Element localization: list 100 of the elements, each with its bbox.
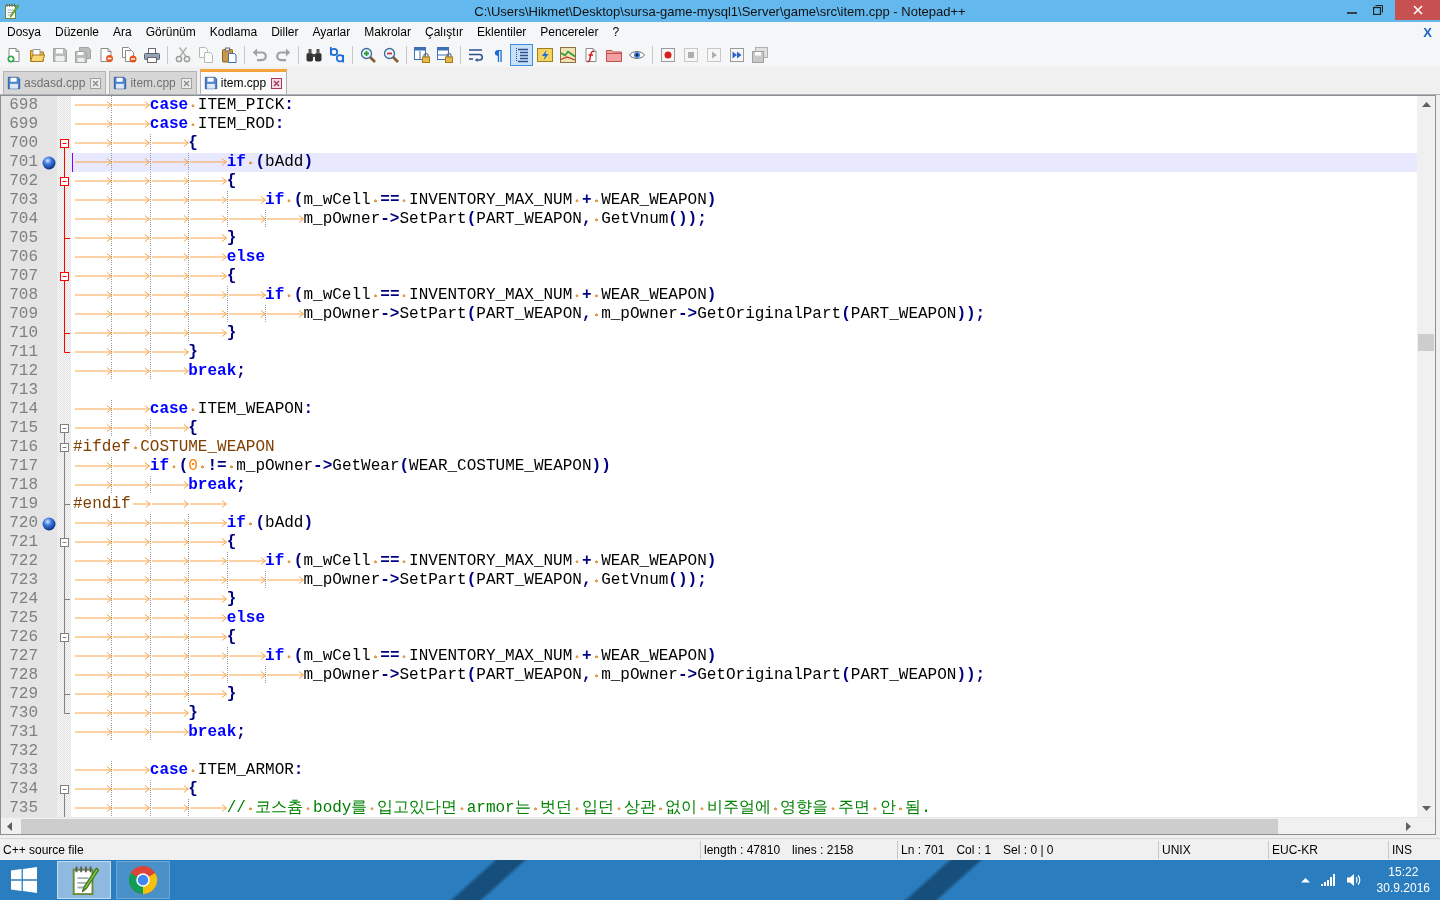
scrollbar-thumb[interactable]	[1418, 334, 1434, 351]
line-number: 723	[8, 571, 39, 590]
tab[interactable]: item.cpp	[199, 69, 288, 94]
code-line: // 코스츔 body를 입고있다면 armor는 벗던 입던 상관 없이 비주얼에 영향을 주면 안 됨.	[73, 799, 931, 817]
line-number: 706	[8, 248, 39, 267]
code-line: }	[73, 590, 237, 609]
code-line: m_pOwner->SetPart(PART_WEAPON, m_pOwner->GetOriginalPart(PART_WEAPON));	[73, 666, 986, 685]
fold-toggle-icon[interactable]	[58, 785, 70, 799]
close-icon[interactable]	[180, 77, 192, 89]
line-number: 730	[8, 704, 39, 723]
tab[interactable]: item.cpp	[109, 71, 197, 94]
close-icon[interactable]	[271, 77, 283, 89]
line-number: 701	[8, 153, 39, 172]
code-line: }	[73, 229, 237, 248]
signal-icon[interactable]	[1320, 874, 1336, 886]
show-all-characters-button[interactable]: ¶	[487, 43, 510, 66]
line-number: 712	[8, 362, 39, 381]
close-all-icon	[120, 46, 137, 63]
menu-item[interactable]: Eklentiler	[470, 23, 534, 41]
line-number: 708	[8, 286, 39, 305]
status-text: EUC-KR	[1272, 842, 1318, 857]
text-cursor	[72, 153, 73, 172]
redo-icon	[274, 46, 291, 63]
menu-item[interactable]: Diller	[264, 23, 306, 41]
lightning-window-icon	[536, 46, 553, 63]
menu-item[interactable]: Çalıştır	[417, 23, 470, 41]
scroll-up-icon[interactable]	[1421, 100, 1431, 109]
code-line: if (m_wCell == INVENTORY_MAX_NUM + WEAR_WEAPON)	[73, 647, 717, 666]
tab[interactable]: asdasd.cpp	[3, 71, 107, 94]
status-text: UNIX	[1162, 842, 1191, 857]
horizontal-sync-icon	[436, 46, 453, 63]
scrollbar-thumb[interactable]	[21, 818, 1278, 834]
menu-item[interactable]: Makrolar	[357, 23, 418, 41]
menu-item[interactable]: ?	[605, 23, 627, 41]
speaker-icon[interactable]	[1346, 873, 1362, 887]
close-document-button[interactable]: X	[1421, 24, 1434, 40]
line-number: 720	[8, 514, 39, 533]
clipboard-icon	[220, 46, 237, 63]
close-icon[interactable]	[90, 77, 102, 89]
line-number: 725	[8, 609, 39, 628]
code-line: else	[73, 248, 266, 267]
line-number: 705	[8, 229, 39, 248]
function-list-icon	[582, 46, 599, 63]
code-editor[interactable]	[0, 95, 1436, 835]
menu-item[interactable]: Görünüm	[138, 23, 203, 41]
indent-guide-button[interactable]	[510, 43, 533, 66]
line-number: 710	[8, 324, 39, 343]
fold-toggle-icon[interactable]	[58, 533, 70, 552]
scroll-down-icon[interactable]	[1421, 804, 1431, 813]
vertical-sync-icon	[413, 46, 430, 63]
line-number: 707	[8, 267, 39, 286]
code-line: else	[73, 609, 266, 628]
menu-item[interactable]: Düzenle	[48, 23, 107, 41]
code-line: #endif	[73, 495, 227, 514]
taskbar-button[interactable]	[116, 861, 170, 899]
caret-up-icon[interactable]	[1300, 877, 1310, 883]
status-text: Col : 1	[956, 842, 992, 857]
line-number: 716	[8, 438, 39, 457]
taskbar-button[interactable]	[57, 861, 111, 899]
fold-toggle-icon[interactable]	[58, 628, 70, 647]
code-line: m_pOwner->SetPart(PART_WEAPON, GetVnum());	[73, 571, 707, 590]
vertical-scrollbar[interactable]	[1417, 96, 1435, 817]
notepad-icon	[3, 3, 19, 19]
code-line: }	[73, 685, 237, 704]
menu-item[interactable]: Ayarlar	[305, 23, 358, 41]
folder-icon	[28, 46, 45, 63]
code-line: case ITEM_PICK:	[73, 96, 294, 115]
clock-button[interactable]: 15:22 30.9.2016	[1372, 864, 1434, 896]
line-number: 732	[8, 742, 39, 761]
code-line: if (m_wCell == INVENTORY_MAX_NUM + WEAR_WEAPON)	[73, 191, 717, 210]
line-number: 733	[8, 761, 39, 780]
horizontal-scrollbar[interactable]	[1, 817, 1435, 834]
new-file-icon	[5, 46, 22, 63]
menu-item[interactable]: Kodlama	[202, 23, 265, 41]
word-wrap-icon	[467, 46, 484, 63]
menu-item[interactable]: Pencereler	[533, 23, 606, 41]
status-text: length : 47810	[704, 842, 781, 857]
start-icon	[11, 867, 37, 893]
menu-item[interactable]: Dosya	[0, 23, 48, 41]
line-number: 709	[8, 305, 39, 324]
code-line: if (bAdd)	[73, 514, 314, 533]
code-line: case ITEM_ROD:	[73, 115, 285, 134]
code-line: if (m_wCell == INVENTORY_MAX_NUM + WEAR_WEAPON)	[73, 286, 717, 305]
line-number: 703	[8, 191, 39, 210]
fold-toggle-icon[interactable]	[58, 139, 70, 153]
map-icon	[559, 46, 576, 63]
code-line: break;	[73, 723, 246, 742]
fold-toggle-icon[interactable]	[58, 172, 70, 191]
fold-toggle-icon[interactable]	[58, 267, 70, 286]
scroll-left-icon[interactable]	[5, 821, 14, 831]
code-line: {	[73, 267, 237, 286]
code-line: case ITEM_ARMOR:	[73, 761, 304, 780]
close-icon	[1412, 5, 1423, 15]
fold-toggle-icon[interactable]	[58, 438, 70, 457]
save-all-icon	[74, 46, 91, 63]
line-number: 734	[8, 780, 39, 799]
menu-item[interactable]: Ara	[106, 23, 139, 41]
fold-toggle-icon[interactable]	[58, 424, 70, 438]
scroll-right-icon[interactable]	[1404, 821, 1413, 831]
browser-icon	[128, 865, 158, 895]
